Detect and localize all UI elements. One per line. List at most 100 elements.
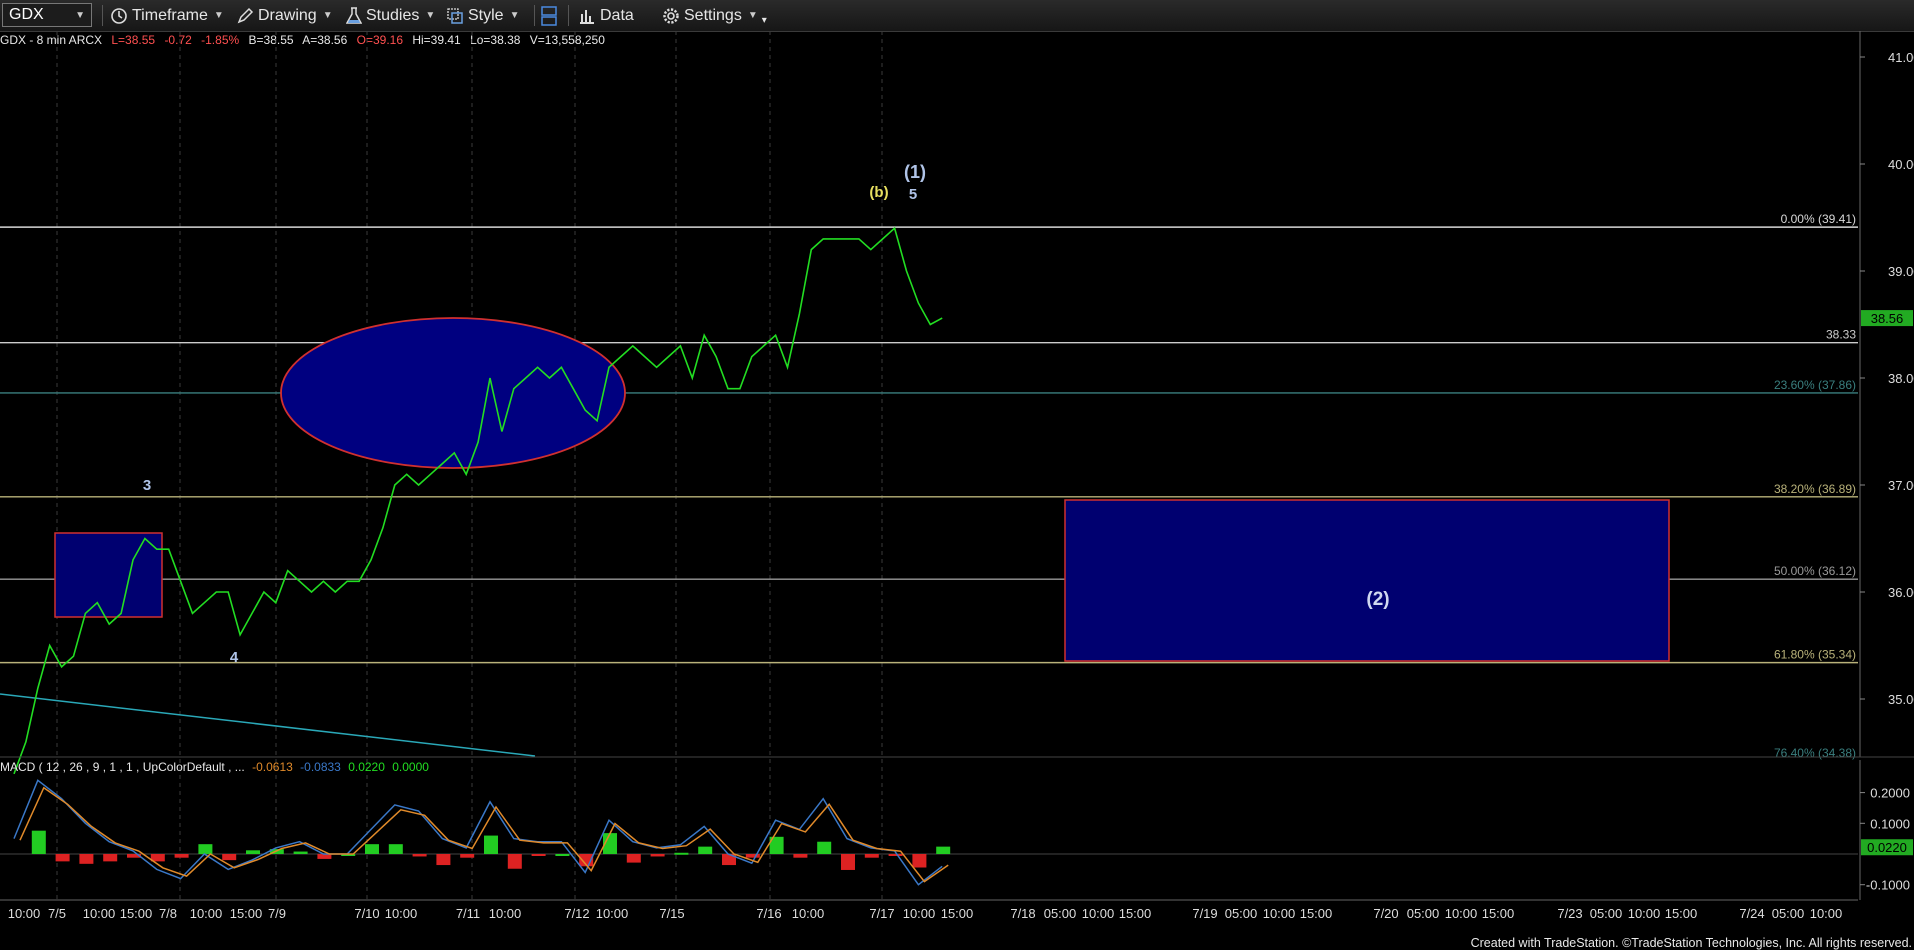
time-tick-label: 15:00 <box>1119 906 1152 921</box>
time-tick-label: 10:00 <box>596 906 629 921</box>
price-tick-label: 36.00 <box>1888 585 1914 600</box>
wave-3-box <box>54 532 163 618</box>
time-tick-label: 15:00 <box>120 906 153 921</box>
time-tick-label: 15:00 <box>230 906 263 921</box>
time-tick-label: 10:00 <box>1263 906 1296 921</box>
time-tick-label: 7/23 <box>1557 906 1582 921</box>
time-tick-label: 7/15 <box>659 906 684 921</box>
macd-legend: MACD ( 12 , 26 , 9 , 1 , 1 , UpColorDefa… <box>0 760 433 774</box>
macd-histogram-bar <box>412 854 427 857</box>
macd-histogram-bar <box>674 852 689 855</box>
time-tick-label: 10:00 <box>1628 906 1661 921</box>
macd-histogram-bar <box>841 854 855 870</box>
time-axis: 10:00 7/5 10:00 15:00 7/8 10:00 15:00 7/9 7/10 10… <box>0 899 1858 921</box>
fib-level-label: 50.00% (36.12) <box>1774 564 1856 578</box>
time-tick-label: 7/10 <box>354 906 379 921</box>
macd-histogram-bar <box>293 851 308 854</box>
target-ellipse <box>280 317 626 469</box>
macd-histogram-bar <box>817 841 832 854</box>
macd-histogram-bar <box>365 844 379 854</box>
histogram-value: 0.0220 <box>348 760 385 774</box>
time-tick-label: 15:00 <box>1300 906 1333 921</box>
macd-histogram-bar <box>555 854 570 856</box>
time-tick-label: 10:00 <box>1082 906 1115 921</box>
macd-histogram-bar <box>31 830 46 854</box>
macd-value: -0.0613 <box>252 760 293 774</box>
price-line <box>13 226 943 775</box>
time-tick-label: 10:00 <box>385 906 418 921</box>
time-tick-label: 10:00 <box>792 906 825 921</box>
time-tick-label: 7/11 <box>456 906 480 921</box>
wave-label: 4 <box>230 649 239 666</box>
macd-histogram-bar <box>531 854 546 856</box>
macd-histogram-bar <box>626 854 641 863</box>
macd-histogram-bar <box>507 854 522 869</box>
macd-pane: 0.2000 0.1000 -0.1000 0.0220 <box>0 760 1913 900</box>
time-tick-label: 10:00 <box>1445 906 1478 921</box>
fib-level-label: 61.80% (35.34) <box>1774 648 1856 662</box>
macd-current-label: 0.0220 <box>1867 840 1907 855</box>
macd-histogram-bar <box>103 854 118 862</box>
macd-histogram-bar <box>912 854 927 868</box>
price-chart[interactable]: 0.00% (39.41) 23.60% (37.86) 38.20% (36.89… <box>0 0 1914 950</box>
price-series <box>13 226 943 775</box>
zero-value: 0.0000 <box>392 760 429 774</box>
time-tick-label: 05:00 <box>1407 906 1440 921</box>
macd-histogram-bar <box>864 854 879 858</box>
fib-level-label: 38.20% (36.89) <box>1774 482 1856 496</box>
time-tick-label: 7/17 <box>869 906 894 921</box>
time-tick-label: 10:00 <box>903 906 936 921</box>
time-tick-label: 7/16 <box>756 906 781 921</box>
wave-label: (b) <box>869 184 888 201</box>
macd-histogram-bar <box>222 854 237 861</box>
time-tick-label: 15:00 <box>941 906 974 921</box>
time-tick-label: 7/8 <box>159 906 177 921</box>
macd-tick-label: 0.2000 <box>1870 786 1910 801</box>
price-axis: 41.00 40.00 39.00 38.00 37.00 36.00 35.00 38.56 <box>1859 31 1914 757</box>
fib-level-label: 23.60% (37.86) <box>1774 378 1856 392</box>
fibonacci-levels: 0.00% (39.41) 23.60% (37.86) 38.20% (36.89… <box>0 212 1858 760</box>
wave-label: (2) <box>1366 589 1389 610</box>
price-tick-label: 41.00 <box>1888 50 1914 65</box>
time-tick-label: 15:00 <box>1482 906 1515 921</box>
current-price-label: 38.56 <box>1871 311 1904 326</box>
price-tick-label: 38.00 <box>1888 371 1914 386</box>
macd-histogram-bar <box>888 854 903 856</box>
macd-histogram-bar <box>745 854 760 858</box>
time-tick-label: 7/24 <box>1739 906 1764 921</box>
macd-histogram-bar <box>79 854 94 864</box>
footer-copyright: Created with TradeStation. ©TradeStation… <box>1470 936 1912 950</box>
macd-histogram-bar <box>460 854 475 858</box>
macd-histogram-bar <box>484 835 498 854</box>
wave-2-target-box <box>1064 499 1670 662</box>
macd-histogram-bar <box>55 854 70 862</box>
macd-histogram-bar <box>198 844 213 854</box>
time-tick-label: 7/5 <box>48 906 66 921</box>
price-tick-label: 39.00 <box>1888 264 1914 279</box>
time-tick-label: 10:00 <box>489 906 522 921</box>
fib-level-label: 0.00% (39.41) <box>1781 212 1856 226</box>
time-tick-label: 7/12 <box>564 906 589 921</box>
fib-level-label: 76.40% (34.38) <box>1774 746 1856 760</box>
signal-line <box>19 786 949 883</box>
time-tick-label: 7/19 <box>1192 906 1217 921</box>
macd-histogram-bar <box>650 854 665 857</box>
macd-histogram-bar <box>936 846 951 854</box>
time-tick-label: 10:00 <box>1810 906 1843 921</box>
macd-histogram-bar <box>793 854 808 858</box>
price-tick-label: 37.00 <box>1888 478 1914 493</box>
macd-tick-label: -0.1000 <box>1866 878 1910 893</box>
price-tick-label: 40.00 <box>1888 157 1914 172</box>
time-tick-label: 05:00 <box>1225 906 1258 921</box>
time-tick-label: 7/18 <box>1010 906 1035 921</box>
time-tick-label: 05:00 <box>1772 906 1805 921</box>
macd-line <box>13 779 943 886</box>
time-tick-label: 15:00 <box>1665 906 1698 921</box>
wave-label: (1) <box>904 162 926 182</box>
wave-label: 5 <box>909 186 917 203</box>
macd-histogram-bar <box>436 854 451 866</box>
price-tick-label: 35.00 <box>1888 692 1914 707</box>
time-tick-label: 05:00 <box>1044 906 1077 921</box>
time-tick-label: 10:00 <box>83 906 116 921</box>
trendline <box>0 693 536 757</box>
